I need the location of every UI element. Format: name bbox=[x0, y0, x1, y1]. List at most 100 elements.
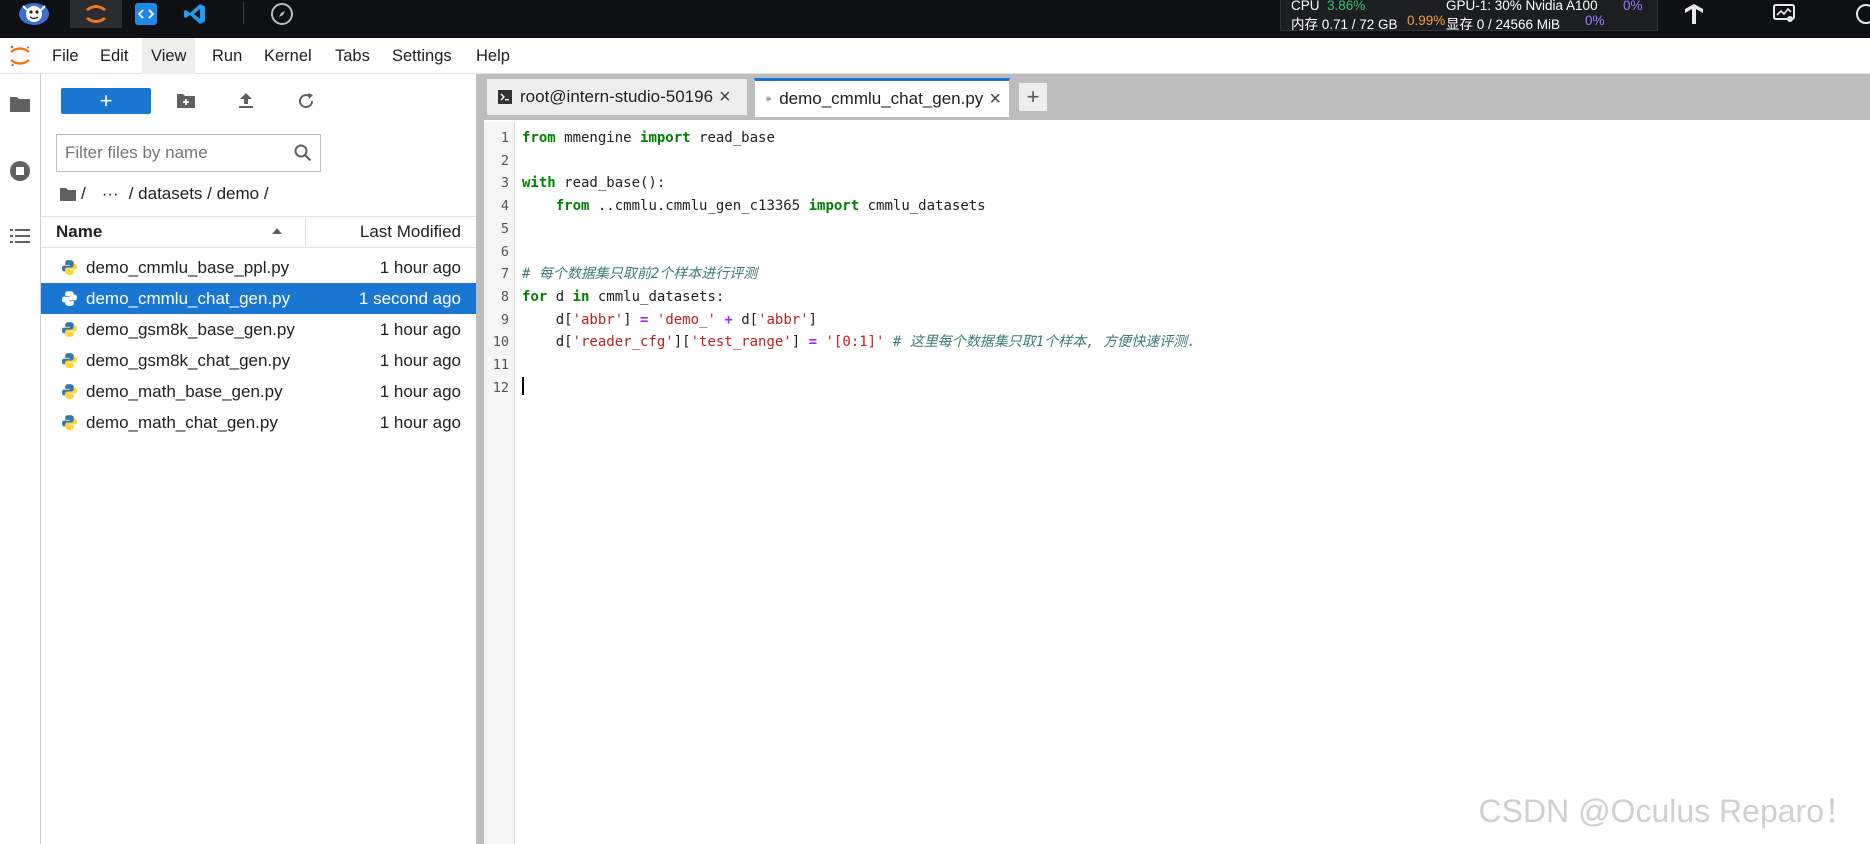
code-token: d[ bbox=[522, 311, 573, 328]
file-row[interactable]: demo_gsm8k_base_gen.py 1 hour ago bbox=[41, 314, 476, 345]
tab-terminal[interactable]: root@intern-studio-50196 × bbox=[486, 78, 748, 116]
code-token: d[ bbox=[522, 334, 573, 351]
code-token: = bbox=[808, 334, 818, 351]
code-token: cmmlu_datasets bbox=[859, 198, 986, 215]
watermark: CSDN @Oculus Reparo！ bbox=[1478, 793, 1857, 829]
code-editor[interactable]: 1 2 3 4 5 6 7 8 9 10 11 12 from mmengine import rea… bbox=[484, 122, 1870, 844]
tab-editor[interactable]: demo_cmmlu_chat_gen.py × bbox=[754, 78, 1010, 118]
file-row[interactable]: demo_math_chat_gen.py 1 hour ago bbox=[41, 407, 476, 438]
memory-label: 内存 0.71 / 72 GB bbox=[1291, 17, 1398, 32]
file-row[interactable]: demo_cmmlu_base_ppl.py 1 hour ago bbox=[41, 252, 476, 283]
line-number: 4 bbox=[500, 198, 509, 215]
code-token: from bbox=[522, 130, 556, 146]
code-token: + bbox=[724, 311, 733, 328]
code-token: 'reader_cfg' bbox=[572, 334, 674, 351]
code-token: # 每个数据集只取前2个样本进行评测 bbox=[522, 266, 758, 283]
tab-label: root@intern-studio-50196 bbox=[520, 87, 714, 106]
mascot-icon[interactable] bbox=[14, 0, 54, 28]
menu-tabs[interactable]: Tabs bbox=[326, 38, 379, 74]
filter-files-input[interactable] bbox=[65, 140, 285, 166]
code-line[interactable]: # 每个数据集只取前2个样本进行评测 bbox=[522, 263, 757, 286]
file-modified: 1 hour ago bbox=[379, 351, 461, 370]
close-icon[interactable]: × bbox=[989, 89, 1001, 109]
refresh-button[interactable] bbox=[294, 89, 318, 113]
line-number: 2 bbox=[500, 152, 509, 169]
menu-file[interactable]: File bbox=[43, 38, 88, 74]
line-number: 5 bbox=[500, 220, 509, 237]
folder-icon[interactable] bbox=[8, 92, 32, 116]
plus-icon: + bbox=[99, 88, 113, 113]
python-file-icon bbox=[62, 322, 77, 337]
code-line[interactable]: for d in cmmlu_datasets: bbox=[522, 286, 724, 309]
file-row[interactable]: demo_gsm8k_chat_gen.py 1 hour ago bbox=[41, 345, 476, 376]
code-token: # 这里每个数据集只取1个样本, 方便快速评测. bbox=[892, 334, 1196, 351]
breadcrumb-root[interactable]: / bbox=[81, 184, 86, 204]
code-line[interactable]: with read_base(): bbox=[522, 172, 665, 195]
monitor-icon[interactable] bbox=[1770, 0, 1798, 28]
file-filter bbox=[56, 134, 321, 172]
code-line[interactable]: d['reader_cfg']['test_range'] = '[0:1]' … bbox=[522, 331, 1196, 354]
file-list: demo_cmmlu_base_ppl.py 1 hour ago demo_c… bbox=[41, 252, 476, 438]
vram-value: 0% bbox=[1585, 13, 1605, 28]
new-folder-button[interactable] bbox=[174, 89, 198, 113]
code-token: import bbox=[808, 198, 860, 215]
running-sessions-icon[interactable] bbox=[8, 159, 32, 183]
separator bbox=[243, 2, 244, 24]
home-folder-icon[interactable] bbox=[59, 186, 77, 202]
file-name: demo_gsm8k_chat_gen.py bbox=[86, 351, 291, 370]
line-number: 6 bbox=[500, 243, 509, 260]
menu-bar: File Edit View Run Kernel Tabs Settings … bbox=[0, 38, 1870, 74]
breadcrumb-path[interactable]: / datasets / demo / bbox=[129, 184, 269, 204]
python-file-icon bbox=[62, 353, 77, 368]
text-file-icon bbox=[766, 96, 771, 102]
table-of-contents-icon[interactable] bbox=[8, 224, 32, 248]
breadcrumb-ellipsis[interactable]: ··· bbox=[102, 184, 119, 204]
file-row-selected[interactable]: demo_cmmlu_chat_gen.py 1 second ago bbox=[41, 283, 476, 314]
code-server-icon[interactable] bbox=[132, 0, 160, 28]
file-name: demo_math_base_gen.py bbox=[86, 382, 283, 401]
file-name: demo_cmmlu_base_ppl.py bbox=[86, 258, 290, 277]
close-icon[interactable]: × bbox=[719, 87, 731, 107]
code-line[interactable]: from mmengine import read_base bbox=[522, 127, 775, 150]
add-tab-button[interactable]: + bbox=[1018, 82, 1048, 112]
file-row[interactable]: demo_math_base_gen.py 1 hour ago bbox=[41, 376, 476, 407]
jupyter-logo-icon bbox=[10, 45, 30, 67]
code-token: cmmlu_datasets: bbox=[589, 288, 725, 305]
file-modified: 1 hour ago bbox=[379, 413, 461, 432]
menu-kernel[interactable]: Kernel bbox=[255, 38, 321, 74]
cpu-label: CPU bbox=[1291, 0, 1320, 13]
code-line[interactable]: from ..cmmlu.cmmlu_gen_c13365 import cmm… bbox=[522, 195, 986, 218]
resource-monitor: CPU 3.86% GPU-1: 30% Nvidia A100 0% 内存 0… bbox=[1280, 0, 1658, 32]
vram-label: 显存 0 / 24566 MiB bbox=[1446, 17, 1561, 32]
line-number: 9 bbox=[500, 311, 509, 328]
compass-icon[interactable] bbox=[268, 0, 296, 28]
menu-edit[interactable]: Edit bbox=[91, 38, 137, 74]
code-token: '[0:1]' bbox=[825, 334, 885, 351]
jupyter-app-icon[interactable] bbox=[70, 0, 122, 28]
new-launcher-button[interactable]: + bbox=[61, 88, 151, 114]
menu-settings[interactable]: Settings bbox=[383, 38, 461, 74]
file-modified: 1 hour ago bbox=[379, 382, 461, 401]
file-modified: 1 hour ago bbox=[379, 258, 461, 277]
settings-icon[interactable] bbox=[1852, 0, 1870, 28]
code-line[interactable]: d['abbr'] = 'demo_' + d['abbr'] bbox=[522, 309, 817, 332]
menu-view[interactable]: View bbox=[142, 38, 196, 74]
python-file-icon bbox=[62, 384, 77, 399]
line-number: 1 bbox=[500, 130, 509, 146]
tab-bar: root@intern-studio-50196 × demo_cmmlu_ch… bbox=[484, 74, 1870, 120]
column-name[interactable]: Name bbox=[56, 217, 102, 247]
upload-button[interactable] bbox=[234, 89, 258, 113]
code-token: for bbox=[522, 288, 548, 305]
column-last-modified[interactable]: Last Modified bbox=[360, 217, 461, 247]
menu-run[interactable]: Run bbox=[203, 38, 251, 74]
vscode-icon[interactable] bbox=[181, 0, 209, 28]
python-file-icon bbox=[62, 291, 77, 306]
breadcrumb: / ··· / datasets / demo / bbox=[59, 182, 275, 206]
text-cursor bbox=[522, 377, 524, 395]
column-divider[interactable] bbox=[305, 217, 306, 247]
menu-help[interactable]: Help bbox=[467, 38, 519, 74]
line-number: 3 bbox=[500, 175, 509, 192]
tensorflow-icon[interactable] bbox=[1680, 0, 1708, 28]
file-name: demo_gsm8k_base_gen.py bbox=[86, 320, 295, 339]
